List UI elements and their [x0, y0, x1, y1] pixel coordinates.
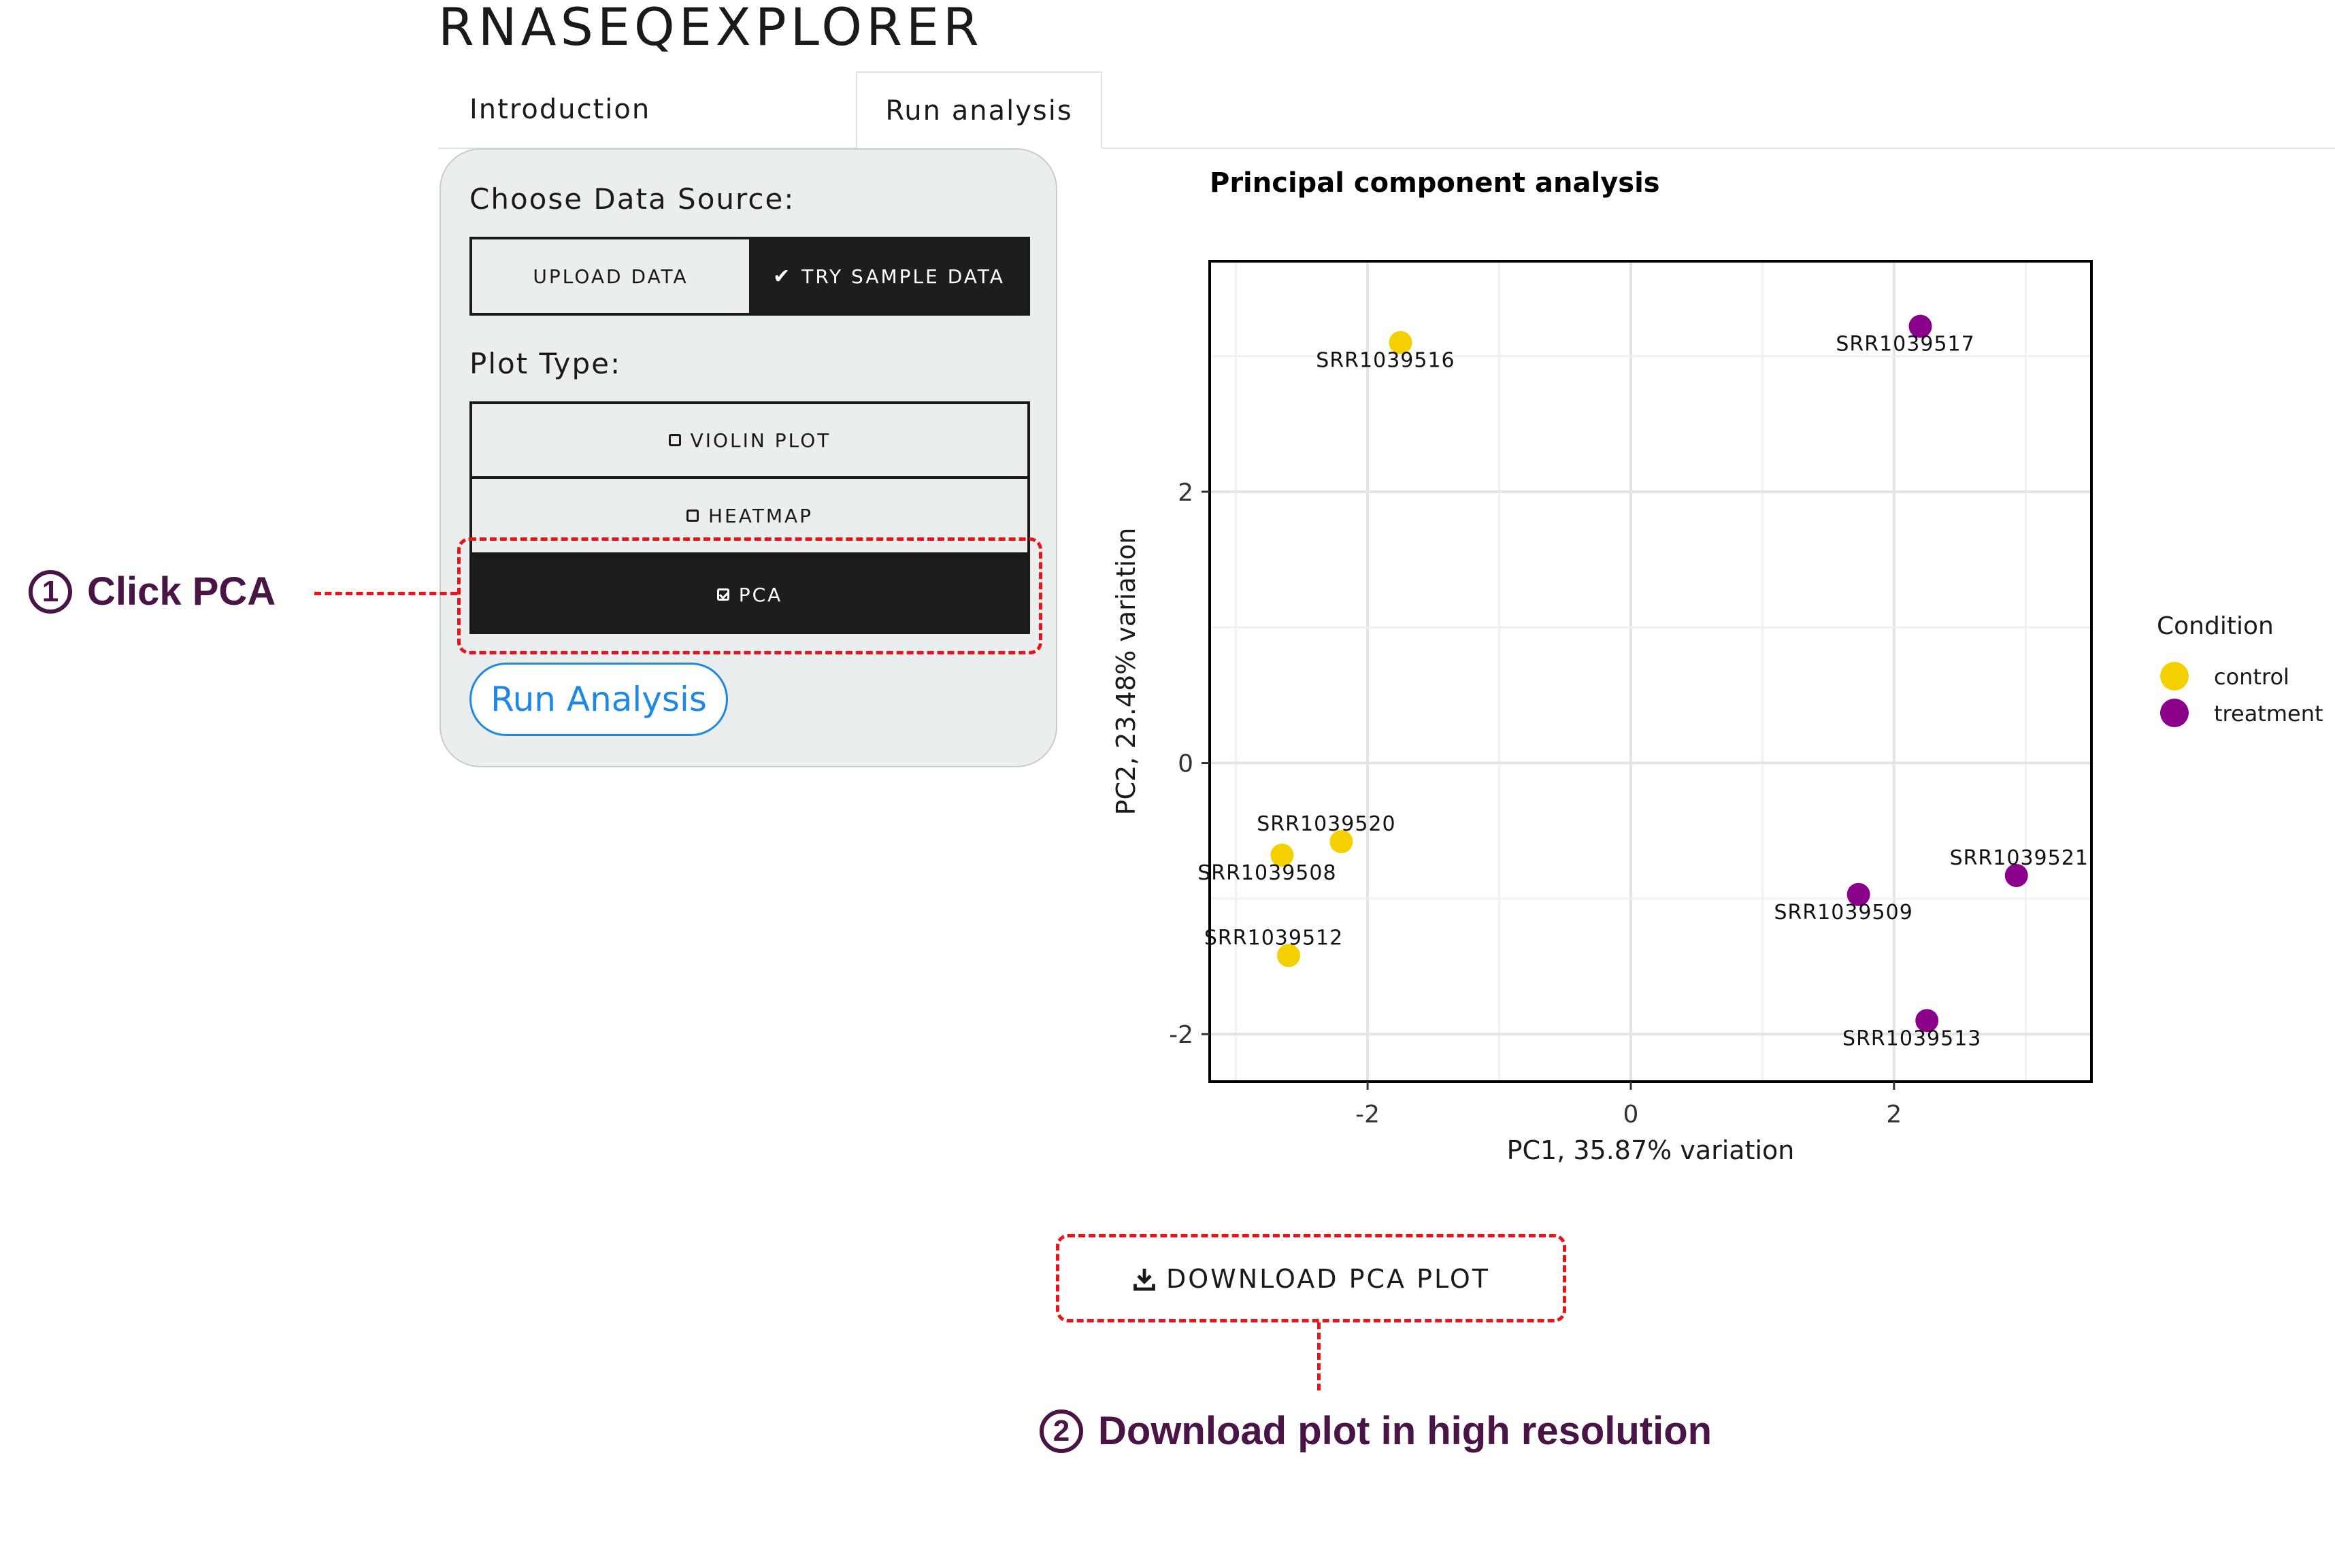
legend-swatch-treatment [2160, 699, 2189, 727]
control-panel: Choose Data Source: UPLOAD DATA ✔ TRY SA… [440, 148, 1057, 767]
legend-swatch-control [2160, 662, 2189, 690]
violin-plot-button[interactable]: VIOLIN PLOT [469, 401, 1030, 479]
step-1-text: Click PCA [87, 569, 276, 614]
data-source-label: Choose Data Source: [469, 182, 795, 216]
point-label: SRR1039517 [1836, 333, 1974, 356]
point-label: SRR1039521 [1950, 846, 2089, 870]
data-source-toggle: UPLOAD DATA ✔ TRY SAMPLE DATA [469, 237, 1030, 316]
y-tick-label: 0 [1178, 750, 1193, 778]
plot-type-label: Plot Type: [469, 347, 622, 380]
upload-data-button[interactable]: UPLOAD DATA [472, 239, 750, 313]
point-label: SRR1039508 [1197, 861, 1336, 885]
legend-title: Condition [2157, 612, 2274, 640]
download-icon [1132, 1267, 1157, 1291]
y-tick-label: -2 [1169, 1021, 1193, 1049]
pca-chart: Principal component analysis -2 0 2 -2 0 2 SR… [1111, 167, 2323, 1165]
legend-label-control: control [2214, 664, 2289, 690]
x-tick-label: 2 [1886, 1101, 1902, 1129]
x-axis-title: PC1, 35.87% variation [1507, 1135, 1795, 1165]
try-sample-data-label: TRY SAMPLE DATA [801, 265, 1005, 288]
plot-panel [1208, 260, 2093, 1083]
download-pca-plot-label: DOWNLOAD PCA PLOT [1166, 1264, 1490, 1294]
legend: Condition control treatment [2157, 612, 2323, 727]
legend-label-treatment: treatment [2214, 701, 2323, 727]
annotation-connector-2 [1317, 1322, 1321, 1390]
point-label: SRR1039512 [1204, 927, 1343, 950]
y-tick-label: 2 [1178, 479, 1193, 507]
y-axis-title: PC2, 23.48% variation [1111, 528, 1141, 816]
app-title: RNASEQEXPLORER [438, 0, 983, 57]
violin-plot-label: VIOLIN PLOT [690, 429, 831, 452]
upload-data-label: UPLOAD DATA [533, 265, 689, 288]
tab-introduction[interactable]: Introduction [469, 71, 650, 146]
download-pca-plot-button[interactable]: DOWNLOAD PCA PLOT [1057, 1235, 1565, 1322]
tab-run-analysis[interactable]: Run analysis [856, 71, 1102, 149]
chart-title: Principal component analysis [1210, 167, 1660, 199]
run-analysis-button[interactable]: Run Analysis [469, 663, 728, 736]
x-tick-label: -2 [1355, 1101, 1380, 1129]
annotation-step-1: 1 Click PCA [29, 569, 276, 614]
pca-highlight-box [457, 537, 1042, 654]
point-label: SRR1039516 [1316, 349, 1455, 373]
heatmap-label: HEATMAP [708, 504, 814, 527]
point-label: SRR1039509 [1774, 901, 1912, 924]
checkbox-empty-icon [686, 510, 699, 522]
step-1-number: 1 [29, 569, 72, 614]
x-tick-label: 0 [1623, 1101, 1639, 1129]
annotation-connector-1 [314, 592, 457, 595]
checkbox-empty-icon [668, 434, 681, 446]
step-2-number: 2 [1040, 1409, 1083, 1453]
point-label: SRR1039513 [1842, 1027, 1981, 1050]
tab-bar: Introduction Run analysis [438, 71, 2335, 149]
check-icon: ✔ [773, 264, 793, 288]
point-label: SRR1039520 [1257, 812, 1395, 836]
annotation-step-2: 2 Download plot in high resolution [1040, 1408, 1712, 1454]
step-2-text: Download plot in high resolution [1098, 1409, 1712, 1453]
try-sample-data-button[interactable]: ✔ TRY SAMPLE DATA [750, 239, 1027, 313]
